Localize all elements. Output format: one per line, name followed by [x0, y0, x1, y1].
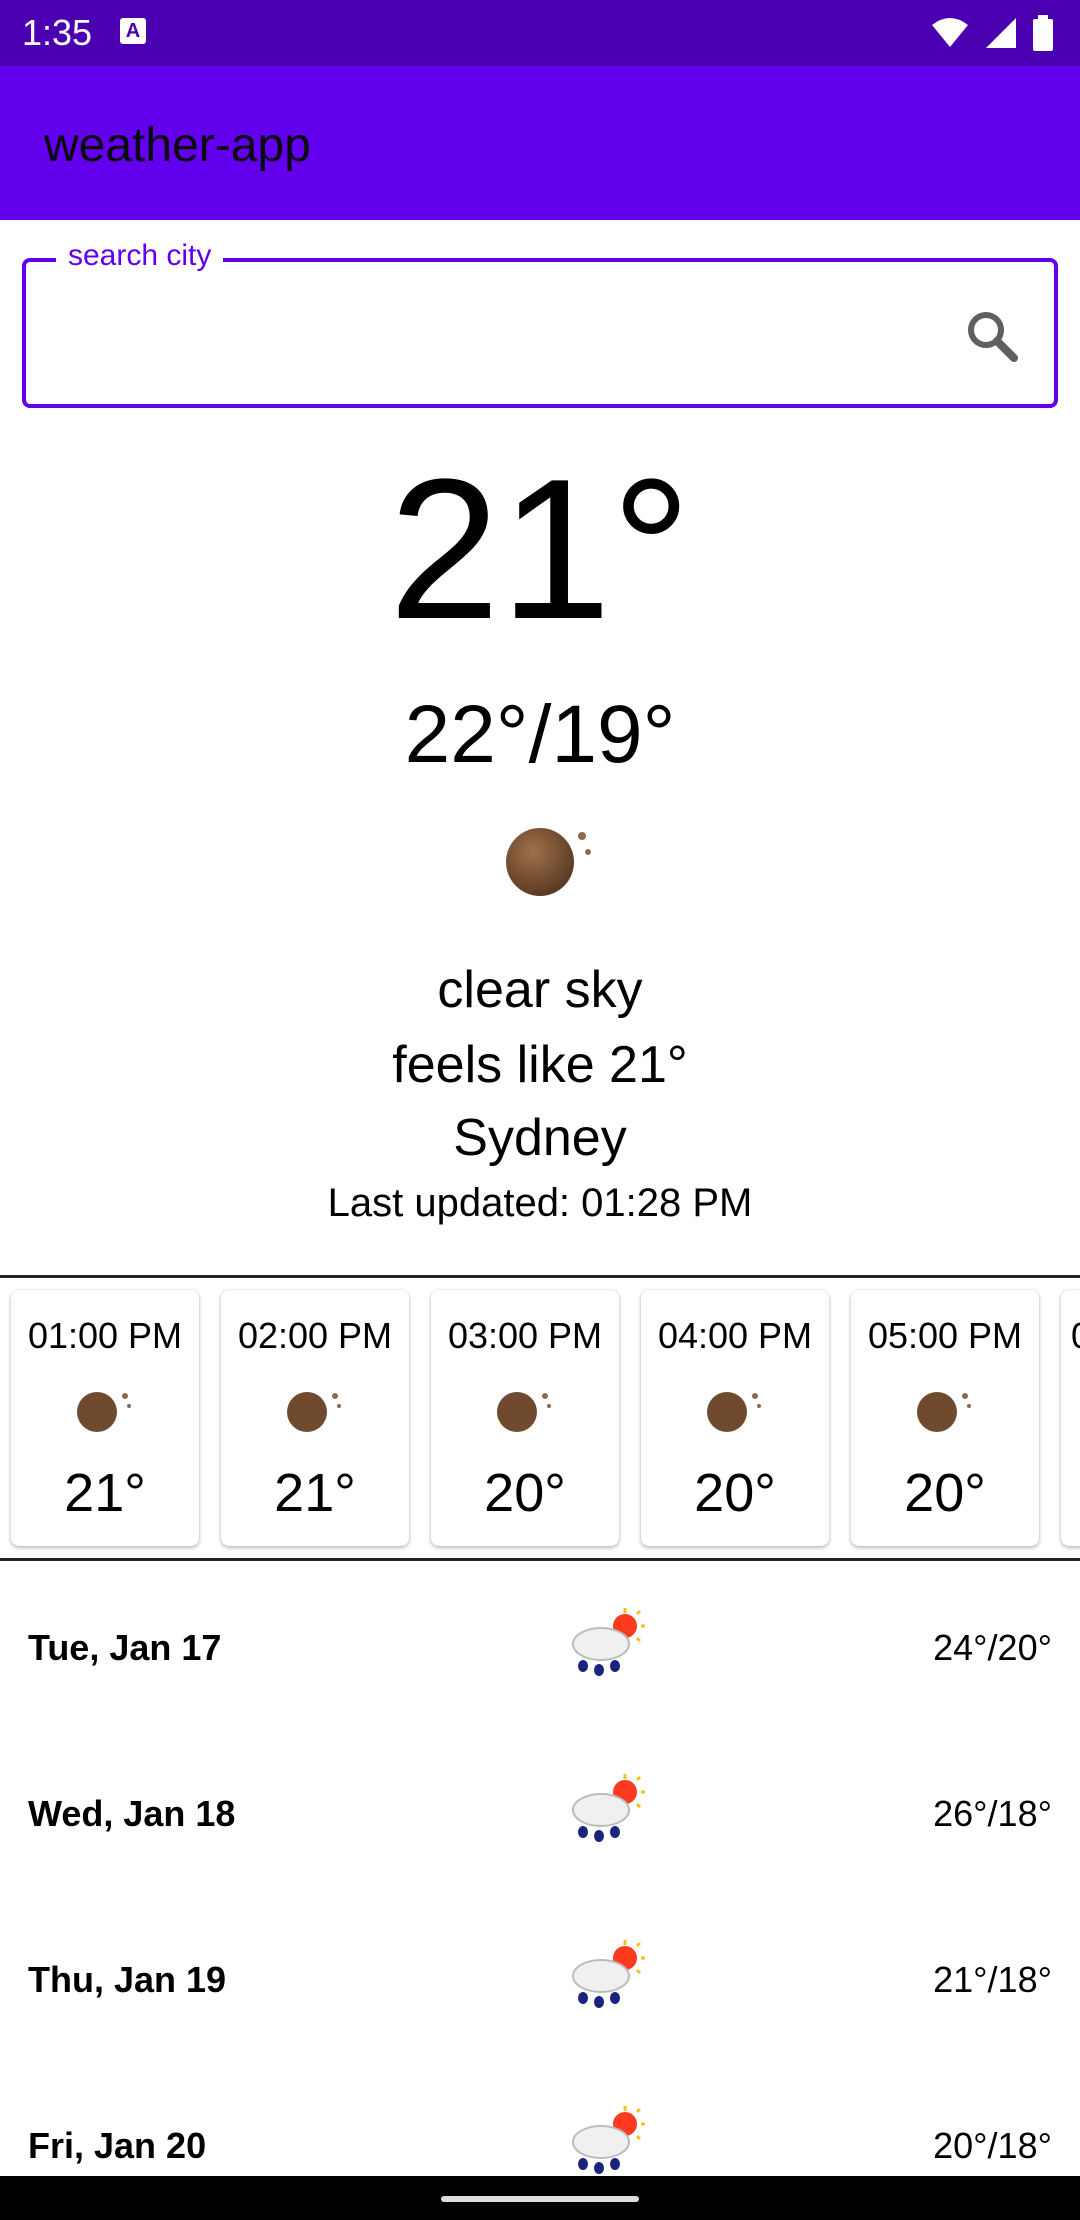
search-field[interactable]: search city [22, 236, 1058, 408]
day-temp-range: 26°/18° [933, 1793, 1052, 1834]
daily-row[interactable]: Tue, Jan 17 24°/20° [0, 1586, 1080, 1706]
day-temp-range: 20°/18° [933, 2125, 1052, 2166]
daily-row[interactable]: Fri, Jan 20 20°/18° [0, 2084, 1080, 2176]
hourly-card: 01:00 PM 21° [11, 1290, 199, 1546]
hour-time: 0 [1071, 1314, 1080, 1358]
system-nav-bar [0, 2176, 1080, 2220]
hourly-card: 05:00 PM 20° [851, 1290, 1039, 1546]
moon-clear-icon [707, 1392, 761, 1432]
day-temp-range: 24°/20° [933, 1627, 1052, 1668]
search-icon [968, 312, 1018, 362]
hour-temp: 20° [484, 1463, 566, 1523]
day-name: Thu, Jan 19 [28, 1959, 227, 2000]
daily-row[interactable]: Wed, Jan 18 26°/18° [0, 1752, 1080, 1872]
current-temperature: 21° [388, 438, 692, 661]
wifi-icon [932, 18, 968, 47]
day-name: Wed, Jan 18 [28, 1793, 236, 1834]
hour-time: 05:00 PM [867, 1315, 1023, 1356]
hour-time: 02:00 PM [237, 1315, 393, 1356]
last-updated: Last updated: 01:28 PM [327, 1181, 753, 1225]
hourly-forecast[interactable]: 01:00 PM 21° 02:00 PM 21° 03:00 PM 20° 0… [0, 1278, 1080, 1558]
battery-icon [1033, 15, 1053, 51]
daily-row[interactable]: Thu, Jan 19 21°/18° [0, 1918, 1080, 2038]
sun-rain-cloud-icon [572, 1608, 645, 1676]
a-box-icon: A [120, 18, 146, 44]
city-name: Sydney [453, 1109, 627, 1167]
signal-icon [986, 18, 1016, 48]
search-label: search city [56, 236, 224, 276]
hour-temp: 20° [904, 1463, 986, 1523]
hour-time: 03:00 PM [447, 1315, 603, 1356]
moon-clear-icon [287, 1392, 341, 1432]
moon-clear-icon [77, 1392, 131, 1432]
feels-like: feels like 21° [392, 1036, 688, 1094]
status-icons [930, 14, 1054, 52]
hour-time: 01:00 PM [27, 1315, 183, 1356]
status-time: 1:35 [22, 12, 93, 53]
hour-time: 04:00 PM [657, 1315, 813, 1356]
moon-clear-icon [506, 828, 591, 896]
app-bar: weather-app [0, 66, 1080, 220]
search-input[interactable] [50, 302, 954, 368]
divider [0, 1558, 1080, 1561]
status-bar: 1:35 A [0, 0, 1080, 66]
sun-rain-cloud-icon [572, 1774, 645, 1842]
day-temp-range: 21°/18° [933, 1959, 1052, 2000]
moon-clear-icon [497, 1392, 551, 1432]
search-button[interactable] [960, 304, 1024, 368]
current-high-low: 22°/19° [404, 689, 676, 780]
moon-clear-icon [917, 1392, 971, 1432]
hour-temp: 21° [274, 1463, 356, 1523]
hourly-card: 02:00 PM 21° [221, 1290, 409, 1546]
home-gesture-handle[interactable] [441, 2196, 639, 2202]
app-title: weather-app [44, 119, 311, 172]
sun-rain-cloud-icon [572, 1940, 645, 2008]
hourly-card: 04:00 PM 20° [641, 1290, 829, 1546]
sun-rain-cloud-icon [572, 2106, 645, 2174]
hour-temp: 20° [694, 1463, 776, 1523]
day-name: Tue, Jan 17 [28, 1627, 222, 1668]
day-name: Fri, Jan 20 [28, 2125, 207, 2166]
weather-description: clear sky [437, 961, 643, 1019]
hour-temp: 21° [64, 1463, 146, 1523]
hourly-card: 03:00 PM 20° [431, 1290, 619, 1546]
hourly-card: 0 [1061, 1290, 1080, 1546]
